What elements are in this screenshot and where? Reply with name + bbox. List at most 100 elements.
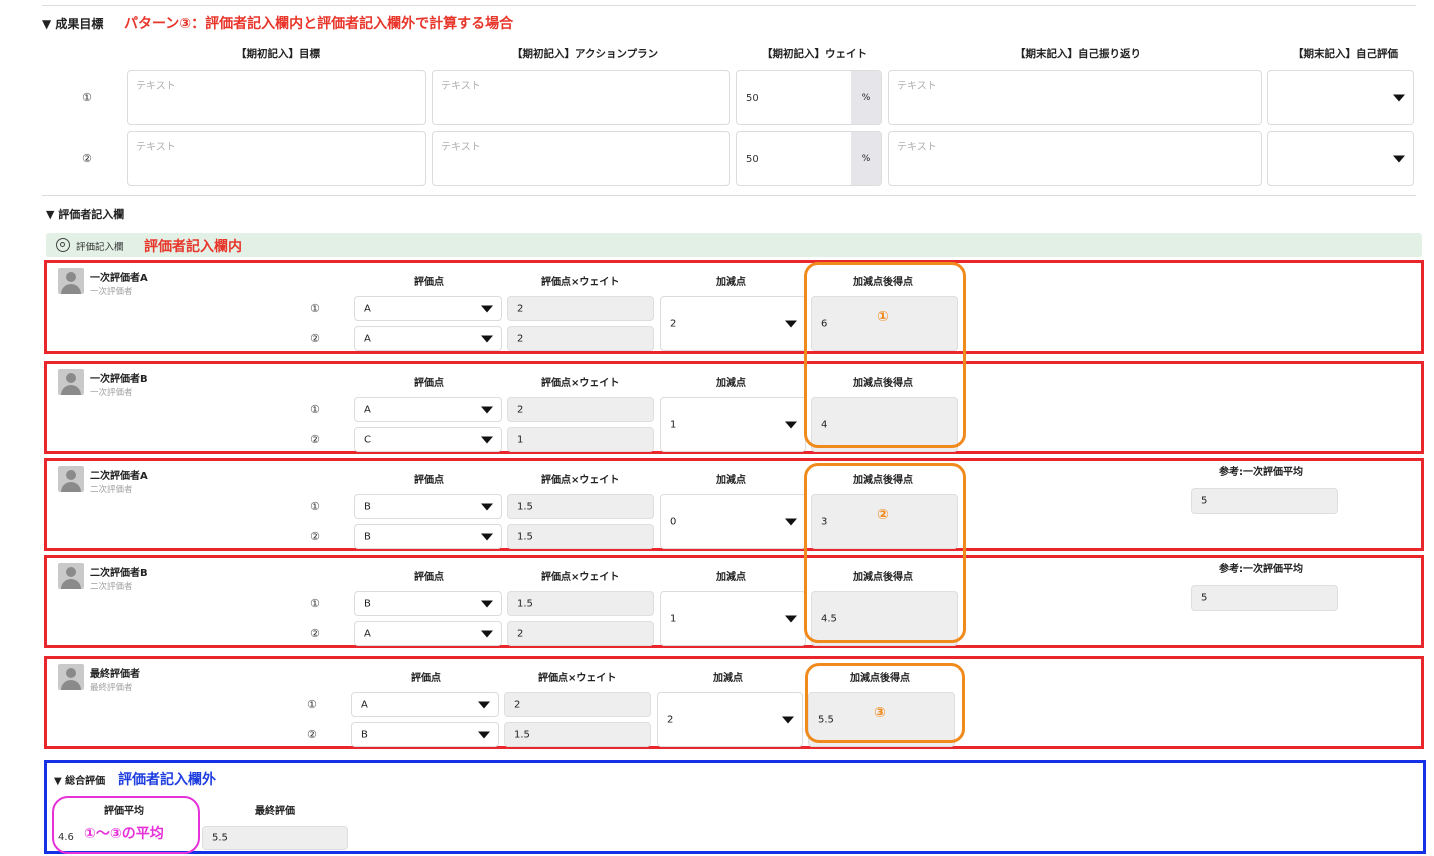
weighted-score-header: 評価点×ウェイト: [541, 378, 620, 389]
score-value: B: [361, 729, 368, 740]
reference-average-field: 5: [1191, 585, 1338, 611]
dropdown-arrow-icon: [481, 600, 493, 607]
col-header-self-reflection: 【期末記入】自己振り返り: [1015, 48, 1141, 60]
adjustment-header: 加減点: [713, 673, 743, 684]
adjustment-value: 1: [670, 419, 677, 430]
dropdown-arrow-icon: [481, 305, 493, 312]
adjustment-select[interactable]: 2: [657, 692, 803, 747]
weighted-score-header: 評価点×ウェイト: [538, 673, 617, 684]
summary-section-title[interactable]: ▼ 総合評価: [54, 772, 105, 787]
avatar-icon: [58, 664, 84, 690]
criteria-row-label: ①: [310, 403, 320, 416]
weighted-score-field: 1.5: [507, 494, 654, 519]
weighted-score-header: 評価点×ウェイト: [541, 475, 620, 486]
dropdown-arrow-icon: [481, 335, 493, 342]
weighted-score-value: 1.5: [517, 501, 533, 512]
col-header-action-plan: 【期初記入】アクションプラン: [512, 48, 659, 60]
score-value: B: [364, 501, 371, 512]
final-evaluation-label: 最終評価: [255, 806, 295, 817]
self-reflection-textarea[interactable]: テキスト: [888, 131, 1262, 186]
dropdown-arrow-icon: [785, 518, 797, 525]
reference-average-value: 5: [1201, 592, 1208, 604]
evaluator-role: 一次評価者: [90, 287, 133, 297]
score-header: 評価点: [414, 572, 444, 583]
criteria-row-label: ①: [310, 302, 320, 315]
score-value: A: [364, 303, 371, 314]
top-divider: [42, 5, 1416, 6]
score-select[interactable]: B: [354, 591, 502, 616]
dropdown-arrow-icon: [481, 630, 493, 637]
score-header: 評価点: [414, 378, 444, 389]
avatar-icon: [58, 369, 84, 395]
goals-section-title[interactable]: ▼ 成果目標: [42, 15, 103, 32]
score-select[interactable]: C: [354, 427, 502, 452]
section-divider: [42, 195, 1416, 196]
weight-input[interactable]: 50 %: [736, 70, 882, 125]
weighted-score-header: 評価点×ウェイト: [541, 277, 620, 288]
weighted-score-field: 2: [507, 397, 654, 422]
score-select[interactable]: A: [351, 692, 499, 717]
score-header: 評価点: [414, 475, 444, 486]
dropdown-arrow-icon: [1393, 94, 1405, 101]
adjustment-select[interactable]: 1: [660, 397, 806, 452]
dropdown-arrow-icon: [785, 421, 797, 428]
weighted-score-value: 2: [514, 699, 521, 710]
adjustment-select[interactable]: 1: [660, 591, 806, 646]
weighted-score-field: 1.5: [507, 524, 654, 549]
adjustment-select[interactable]: 2: [660, 296, 806, 351]
weight-input[interactable]: 50 %: [736, 131, 882, 186]
evaluator-role: 二次評価者: [90, 582, 133, 592]
score-select[interactable]: A: [354, 296, 502, 321]
weighted-score-field: 1.5: [504, 722, 651, 747]
badge-icon: [56, 238, 70, 252]
evaluator-name: 二次評価者A: [90, 471, 148, 482]
score-select[interactable]: A: [354, 621, 502, 646]
placeholder-text: テキスト: [897, 81, 937, 92]
score-select[interactable]: B: [354, 494, 502, 519]
self-evaluation-select[interactable]: [1267, 131, 1414, 186]
weighted-score-value: 2: [517, 333, 524, 344]
reference-average-header: 参考:一次評価平均: [1219, 467, 1303, 478]
dropdown-arrow-icon: [481, 406, 493, 413]
dropdown-arrow-icon: [785, 320, 797, 327]
score-select[interactable]: B: [351, 722, 499, 747]
final-evaluation-field: 5.5: [202, 826, 348, 850]
evaluator-role: 最終評価者: [90, 683, 133, 693]
evaluator-section-title[interactable]: ▼ 評価者記入欄: [46, 206, 124, 222]
adjustment-header: 加減点: [716, 277, 746, 288]
score-value: C: [364, 434, 371, 445]
adjustment-select[interactable]: 0: [660, 494, 806, 549]
score-value: B: [364, 598, 371, 609]
action-plan-textarea[interactable]: テキスト: [432, 131, 730, 186]
score-value: A: [361, 699, 368, 710]
score-select[interactable]: A: [354, 326, 502, 351]
dropdown-arrow-icon: [478, 701, 490, 708]
score-select[interactable]: A: [354, 397, 502, 422]
goal-row-label: ②: [82, 152, 92, 165]
adjustment-header: 加減点: [716, 572, 746, 583]
criteria-row-label: ②: [307, 728, 317, 741]
score-select[interactable]: B: [354, 524, 502, 549]
adjustment-value: 1: [670, 613, 677, 624]
final-evaluation-value: 5.5: [212, 832, 228, 844]
placeholder-text: テキスト: [441, 142, 481, 153]
self-reflection-textarea[interactable]: テキスト: [888, 70, 1262, 125]
score-value: B: [364, 531, 371, 542]
goal-textarea[interactable]: テキスト: [127, 70, 426, 125]
weighted-score-value: 2: [517, 404, 524, 415]
action-plan-textarea[interactable]: テキスト: [432, 70, 730, 125]
score-header: 評価点: [414, 277, 444, 288]
evaluator-name: 一次評価者A: [90, 273, 148, 284]
score-highlight-3: [805, 663, 965, 743]
criteria-row-label: ②: [310, 627, 320, 640]
criteria-row-label: ②: [310, 433, 320, 446]
weighted-score-field: 2: [507, 326, 654, 351]
goal-textarea[interactable]: テキスト: [127, 131, 426, 186]
pattern-annotation: パターン③：評価者記入欄内と評価者記入欄外で計算する場合: [124, 16, 514, 32]
weighted-score-field: 2: [504, 692, 651, 717]
outside-annotation: 評価者記入欄外: [118, 772, 216, 788]
self-evaluation-select[interactable]: [1267, 70, 1414, 125]
dropdown-arrow-icon: [481, 533, 493, 540]
reference-average-value: 5: [1201, 495, 1208, 507]
weight-value: 50: [746, 93, 759, 104]
